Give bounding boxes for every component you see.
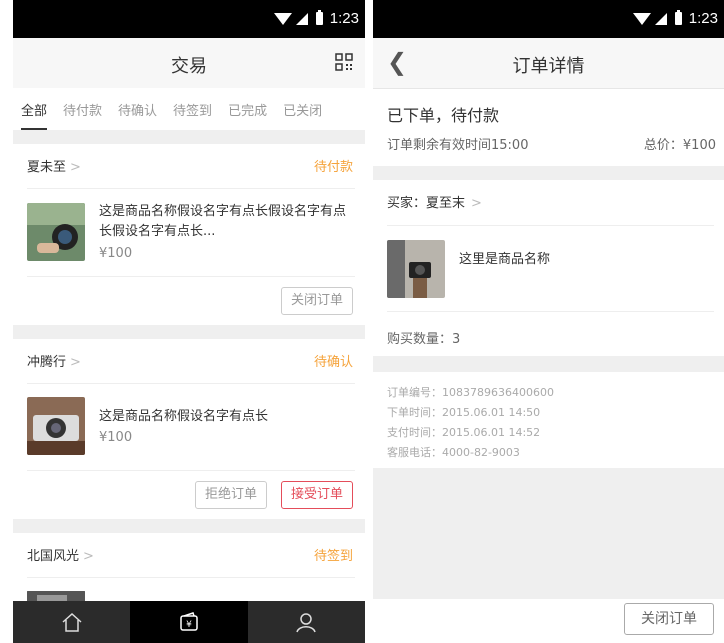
tab-pending-confirm[interactable]: 待确认 (110, 88, 165, 128)
purchase-quantity: 购买数量：3 (387, 332, 461, 347)
nav-bar: 交易 (13, 38, 365, 89)
divider (387, 311, 714, 312)
divider (27, 188, 355, 189)
status-time: 1:23 (688, 10, 718, 27)
wallet-icon: ¥ (180, 612, 198, 631)
shop-name[interactable]: 冲腾行 > (27, 351, 81, 370)
product-price: ¥100 (99, 430, 133, 445)
divider (13, 325, 365, 339)
tab-pending-checkin[interactable]: 待签到 (165, 88, 220, 128)
status-time: 1:23 (329, 10, 359, 27)
left-screen: 1:23 交易 全部 待付款 待确认 待签到 已完成 已关闭 夏未至> 待付款 (13, 0, 365, 643)
order-info-panel: 订单编号：1083789636400600 下单时间：2015.06.01 14… (373, 372, 724, 468)
tab-completed[interactable]: 已完成 (220, 88, 275, 128)
close-order-button[interactable]: 关闭订单 (624, 603, 714, 635)
tab-wallet[interactable]: ¥ (130, 601, 248, 643)
order-card-header[interactable]: 夏未至 > 待付款 (13, 144, 365, 184)
product-name[interactable]: 这是商品名称假设名字有点长假设名字有点长假设名字有点长... (99, 202, 353, 242)
divider (13, 130, 365, 144)
order-status: 待确认 (313, 355, 353, 370)
tab-closed[interactable]: 已关闭 (275, 88, 330, 128)
status-bar: 1:23 (373, 0, 724, 38)
payment-time: 支付时间：2015.06.01 14:52 (387, 426, 541, 439)
divider (27, 276, 355, 277)
battery-icon (315, 10, 323, 25)
divider (27, 383, 355, 384)
chevron-right-icon: > (471, 196, 482, 211)
signal-icon (654, 12, 667, 25)
product-thumbnail[interactable] (27, 397, 85, 455)
nav-bar: ❮ 订单详情 (373, 38, 724, 89)
remaining-time: 订单剩余有效时间15:00 (387, 138, 529, 153)
page-title: 订单详情 (512, 56, 585, 77)
product-price: ¥100 (99, 246, 133, 261)
divider (27, 577, 355, 578)
wifi-icon (273, 12, 292, 25)
order-card-header[interactable]: 冲腾行 > 待确认 (13, 339, 365, 379)
buyer-name[interactable]: 买家：夏至末 > (387, 192, 482, 211)
product-thumbnail[interactable] (27, 203, 85, 261)
page-title: 交易 (171, 56, 207, 77)
svg-text:¥: ¥ (186, 620, 192, 630)
order-time: 下单时间：2015.06.01 14:50 (387, 406, 541, 419)
product-thumbnail[interactable] (387, 240, 445, 298)
close-order-button[interactable]: 关闭订单 (281, 287, 353, 315)
total-price: 总价：¥100 (643, 138, 716, 153)
order-state: 已下单，待付款 (387, 106, 500, 125)
right-screen: 1:23 ❮ 订单详情 已下单，待付款 订单剩余有效时间15:00 总价：¥10… (373, 0, 724, 643)
chevron-right-icon: > (70, 355, 81, 370)
order-card-header[interactable]: 北国风光 > 待签到 (13, 533, 365, 573)
divider (387, 225, 714, 226)
accept-order-button[interactable]: 接受订单 (281, 481, 353, 509)
bottom-tab-bar: ¥ (13, 601, 365, 643)
tab-all[interactable]: 全部 (13, 88, 55, 130)
home-icon (62, 612, 82, 632)
divider (13, 519, 365, 533)
battery-icon (674, 10, 682, 25)
empty-area (373, 468, 724, 599)
tab-home[interactable] (13, 601, 130, 643)
chevron-right-icon: > (83, 549, 94, 564)
signal-icon (295, 12, 308, 25)
divider (373, 166, 724, 180)
order-status: 待签到 (313, 549, 353, 564)
service-phone: 客服电话：4000-82-9003 (387, 446, 520, 459)
status-bar: 1:23 (13, 0, 365, 38)
qr-code-icon[interactable] (335, 53, 353, 71)
reject-order-button[interactable]: 拒绝订单 (195, 481, 267, 509)
shop-name[interactable]: 北国风光 > (27, 545, 94, 564)
profile-icon (296, 613, 317, 633)
chevron-right-icon: > (70, 160, 81, 175)
tab-pending-payment[interactable]: 待付款 (55, 88, 110, 128)
divider (373, 356, 724, 372)
tab-profile[interactable] (248, 601, 365, 643)
shop-name[interactable]: 夏未至 > (27, 156, 81, 175)
order-status: 待付款 (313, 160, 353, 175)
product-name[interactable]: 这是商品名称假设名字有点长 (99, 407, 353, 427)
product-name[interactable]: 这里是商品名称 (459, 248, 550, 267)
order-number: 订单编号：1083789636400600 (387, 386, 554, 399)
divider (27, 470, 355, 471)
order-tabs: 全部 待付款 待确认 待签到 已完成 已关闭 (13, 88, 365, 130)
wifi-icon (632, 12, 651, 25)
